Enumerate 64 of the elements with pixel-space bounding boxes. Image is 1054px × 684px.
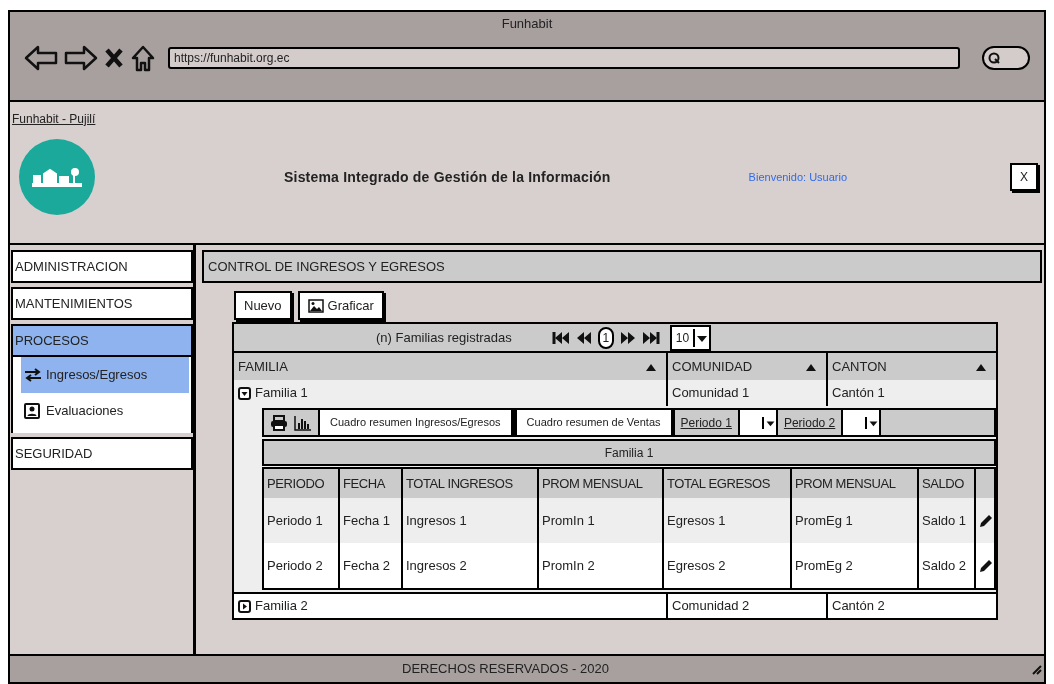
table-cell: Egresos 2: [662, 543, 790, 588]
table-cell: PromIn 2: [537, 543, 662, 588]
sidebar-item[interactable]: SEGURIDAD: [11, 437, 193, 470]
app-title: Sistema Integrado de Gestión de la Información: [284, 167, 611, 187]
image-icon: [307, 298, 324, 313]
contact-card-icon: [24, 403, 42, 419]
previous-page-icon[interactable]: [575, 330, 592, 345]
back-icon[interactable]: [24, 44, 58, 71]
page-size-select[interactable]: 10: [669, 324, 712, 351]
close-icon[interactable]: [104, 46, 124, 69]
footer-text: DERECHOS RESERVADOS - 2020: [402, 660, 609, 679]
close-button[interactable]: X: [1010, 163, 1038, 191]
submenu-item[interactable]: Ingresos/Egresos: [21, 357, 189, 393]
page-number[interactable]: 1: [597, 326, 614, 349]
detail-title: Familia 1: [262, 439, 996, 466]
table-cell: Cantón 2: [826, 594, 996, 618]
collapse-icon[interactable]: [238, 386, 251, 400]
table-cell: Familia 2: [234, 594, 666, 618]
search-field[interactable]: [982, 45, 1030, 70]
swap-icon: [24, 367, 42, 383]
sort-icon: [976, 362, 986, 371]
sort-icon: [646, 362, 656, 371]
table-cell-text: Periodo 2: [266, 556, 324, 575]
edit-icon[interactable]: [978, 557, 994, 574]
last-page-icon[interactable]: [641, 330, 660, 345]
bar-chart-icon[interactable]: [294, 414, 312, 431]
table-cell: Comunidad 2: [666, 594, 826, 618]
column-header: PERIODO: [266, 474, 326, 493]
sidebar-item[interactable]: ADMINISTRACION: [11, 250, 193, 283]
caret-icon: [865, 416, 880, 429]
site-link[interactable]: Funhabit - Pujilí: [12, 110, 96, 128]
period-select[interactable]: [841, 410, 882, 435]
expand-icon[interactable]: [238, 599, 251, 613]
url-field[interactable]: https://funhabit.org.ec: [168, 46, 960, 69]
first-page-icon[interactable]: [551, 330, 570, 345]
toolbar-button[interactable]: Graficar: [297, 291, 384, 320]
table-cell: Saldo 2: [917, 543, 974, 588]
caret-icon: [761, 416, 776, 429]
home-icon[interactable]: [130, 43, 156, 72]
forward-icon[interactable]: [64, 44, 98, 71]
section-header: CONTROL DE INGRESOS Y EGRESOS: [202, 250, 1042, 283]
sidebar-item[interactable]: PROCESOS: [11, 324, 193, 357]
table-cell: Fecha 2: [338, 543, 401, 588]
table-cell: Familia 1: [234, 380, 666, 406]
print-icon[interactable]: [270, 414, 288, 431]
period-link[interactable]: Periodo 2: [777, 410, 842, 435]
resize-grip-icon: [1030, 663, 1042, 675]
table-cell-text: Periodo 1: [266, 511, 324, 530]
report-button[interactable]: Cuadro resumen Ingresos/Egresos: [318, 410, 515, 435]
next-page-icon[interactable]: [619, 330, 636, 345]
period-link[interactable]: Periodo 1: [674, 410, 738, 435]
window-title: Funhabit: [501, 15, 553, 33]
period-select[interactable]: [737, 410, 778, 435]
table-cell: PromEg 2: [790, 543, 917, 588]
toolbar-button[interactable]: Nuevo: [234, 291, 292, 320]
edit-icon[interactable]: [978, 512, 994, 529]
welcome-text: Bienvenido: Usuario: [748, 169, 848, 185]
search-icon: [988, 51, 1000, 64]
report-button[interactable]: Cuadro resumen de Ventas: [514, 410, 675, 435]
sort-icon: [806, 362, 816, 371]
sidebar-item[interactable]: MANTENIMIENTOS: [11, 287, 193, 320]
table-cell: Ingresos 2: [401, 543, 537, 588]
grid-caption: (n) Familias registradas: [376, 328, 512, 347]
column-header[interactable]: FAMILIA: [234, 353, 666, 380]
